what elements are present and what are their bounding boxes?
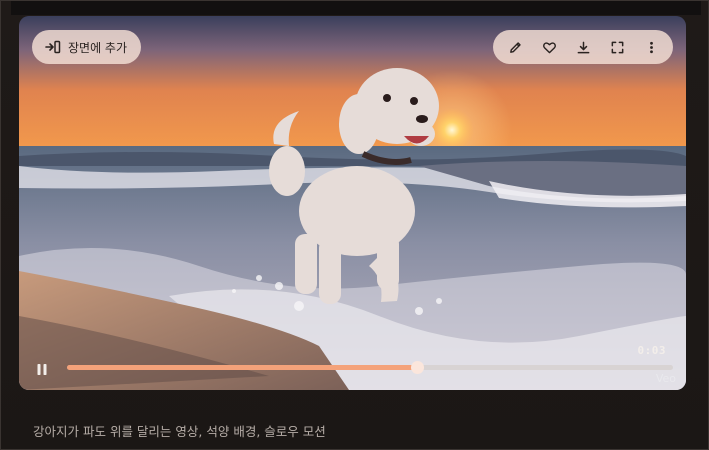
fullscreen-icon <box>611 41 623 53</box>
progress-fill <box>67 365 417 370</box>
download-button[interactable] <box>567 31 599 63</box>
favorite-button[interactable] <box>533 31 565 63</box>
top-bar <box>11 1 701 15</box>
add-to-scene-button[interactable]: 장면에 추가 <box>32 30 142 64</box>
pause-button[interactable] <box>31 358 53 380</box>
pause-icon <box>37 363 47 375</box>
video-toolbar <box>493 30 673 64</box>
app-frame: 장면에 추가 0:03 Veo 강아지가 파도 위를 달리는 영상, 석양 배경… <box>0 0 709 450</box>
fullscreen-button[interactable] <box>601 31 633 63</box>
add-scene-icon <box>45 40 61 54</box>
edit-button[interactable] <box>499 31 531 63</box>
veo-watermark: Veo <box>655 372 676 385</box>
download-icon <box>577 41 589 53</box>
add-to-scene-label: 장면에 추가 <box>68 40 128 55</box>
video-player[interactable]: 장면에 추가 0:03 Veo <box>19 16 686 390</box>
heart-icon <box>542 41 556 53</box>
playback-timestamp: 0:03 <box>637 344 666 357</box>
progress-bar[interactable] <box>67 361 673 374</box>
progress-scrubber[interactable] <box>410 361 424 374</box>
more-options-button[interactable] <box>635 31 667 63</box>
video-frame-image <box>19 16 686 390</box>
more-vert-icon <box>649 41 653 53</box>
pencil-icon <box>509 41 521 53</box>
prompt-caption: 강아지가 파도 위를 달리는 영상, 석양 배경, 슬로우 모션 <box>33 424 326 439</box>
